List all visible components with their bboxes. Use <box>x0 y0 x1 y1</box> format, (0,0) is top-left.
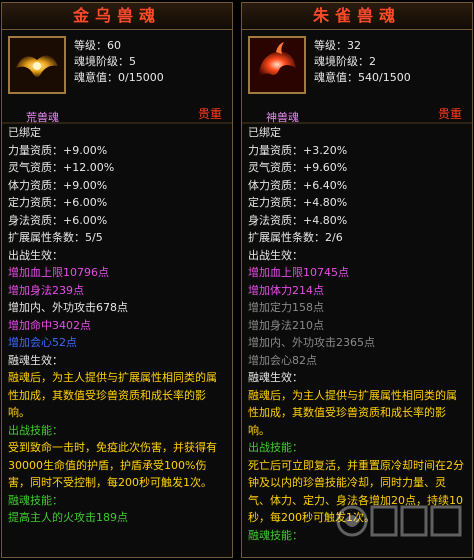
item-realm-level: 魂境阶级：5 <box>74 55 136 68</box>
effect-line: 增加身法239点 <box>8 283 84 297</box>
item-info: 等级：60 魂境阶级：5 魂意值：0/15000 <box>74 38 164 86</box>
skill-description: 受到致命一击时，免疫此次伤害，并获得有30000生命值的护盾，护盾承受100%伤… <box>8 441 217 489</box>
stat-value: +9.00% <box>63 178 108 192</box>
effect-line: 增加血上限10745点 <box>248 266 349 279</box>
effect-line: 增加会心82点 <box>248 353 317 367</box>
blend-skill-label: 融魂技能： <box>8 493 63 507</box>
blend-label: 融魂生效： <box>248 371 303 384</box>
golden-crow-icon[interactable] <box>8 36 66 94</box>
bound-status: 已绑定 <box>248 126 281 139</box>
skill-label: 出战技能： <box>8 423 63 437</box>
item-soul-value: 魂意值：540/1500 <box>314 71 411 84</box>
effect-line: 增加内、外功攻击2365点 <box>248 336 375 349</box>
stat-label: 定力资质： <box>248 196 303 209</box>
stat-label: 力量资质： <box>248 143 303 157</box>
stat-label: 力量资质： <box>8 143 63 157</box>
expand-count: 扩展属性条数：5/5 <box>8 231 103 244</box>
blend-description: 融魂后，为主人提供与扩展属性相同类的属性加成，其数值受珍兽资质和成长率的影响。 <box>8 371 217 419</box>
item-details: 已绑定 力量资质：+9.00% 灵气资质：+12.00% 体力资质：+9.00%… <box>2 123 232 557</box>
effect-line: 增加内、外功攻击678点 <box>8 301 128 314</box>
site-watermark <box>336 505 462 537</box>
stat-value: +6.00% <box>63 196 108 209</box>
stat-label: 体力资质： <box>248 178 303 192</box>
battle-effect-label: 出战生效： <box>248 248 303 262</box>
skill-label: 出战技能： <box>248 441 303 454</box>
item-soul-value: 魂意值：0/15000 <box>74 71 164 84</box>
effect-line: 增加血上限10796点 <box>8 266 109 279</box>
stat-value: +12.00% <box>63 161 115 174</box>
item-realm-level: 魂境阶级：2 <box>314 55 376 68</box>
item-level: 等级：60 <box>74 39 121 52</box>
effect-line: 增加体力214点 <box>248 283 324 297</box>
effect-line: 增加会心52点 <box>8 336 77 349</box>
blend-label: 融魂生效： <box>8 353 63 367</box>
rarity-badge: 贵重 <box>437 107 462 121</box>
tooltip-comparison: 金乌兽魂 等级：60 魂境阶级：5 魂意值：0/15000 荒兽魂 贵重 已绑定… <box>0 0 474 560</box>
left-item-tooltip: 金乌兽魂 等级：60 魂境阶级：5 魂意值：0/15000 荒兽魂 贵重 已绑定… <box>1 2 233 558</box>
battle-effect-label: 出战生效： <box>8 248 63 262</box>
stat-value: +9.00% <box>63 143 108 157</box>
stat-value: +4.80% <box>303 213 348 227</box>
effect-line: 增加定力158点 <box>248 301 324 314</box>
vermilion-bird-icon[interactable] <box>248 36 306 94</box>
stat-label: 身法资质： <box>8 213 63 227</box>
stat-value: +6.00% <box>63 213 108 227</box>
effect-line: 增加命中3402点 <box>8 318 91 332</box>
item-details: 已绑定 力量资质：+3.20% 灵气资质：+9.60% 体力资质：+6.40% … <box>242 123 472 557</box>
rarity-badge: 贵重 <box>197 107 222 121</box>
stat-value: +3.20% <box>303 143 348 157</box>
stat-label: 体力资质： <box>8 178 63 192</box>
item-level: 等级：32 <box>314 39 361 52</box>
stat-value: +6.40% <box>303 178 348 192</box>
stat-label: 灵气资质： <box>8 161 63 174</box>
blend-description: 融魂后，为主人提供与扩展属性相同类的属性加成，其数值受珍兽资质和成长率的影响。 <box>248 388 457 437</box>
effect-line: 增加身法210点 <box>248 318 324 332</box>
item-title: 朱雀兽魂 <box>242 3 472 30</box>
stat-value: +9.60% <box>303 161 348 174</box>
stat-label: 身法资质： <box>248 213 303 227</box>
stat-label: 灵气资质： <box>248 161 303 174</box>
stat-value: +4.80% <box>303 196 348 209</box>
item-info: 等级：32 魂境阶级：2 魂意值：540/1500 <box>314 38 411 86</box>
expand-count: 扩展属性条数：2/6 <box>248 231 343 244</box>
blend-skill-description: 提高主人的火攻击189点 <box>8 511 128 524</box>
stat-label: 定力资质： <box>8 196 63 209</box>
item-title: 金乌兽魂 <box>2 3 232 30</box>
bound-status: 已绑定 <box>8 126 41 139</box>
right-item-tooltip: 朱雀兽魂 等级：32 魂境阶级：2 魂意值：540/1500 神兽魂 贵重 已绑… <box>241 2 473 558</box>
